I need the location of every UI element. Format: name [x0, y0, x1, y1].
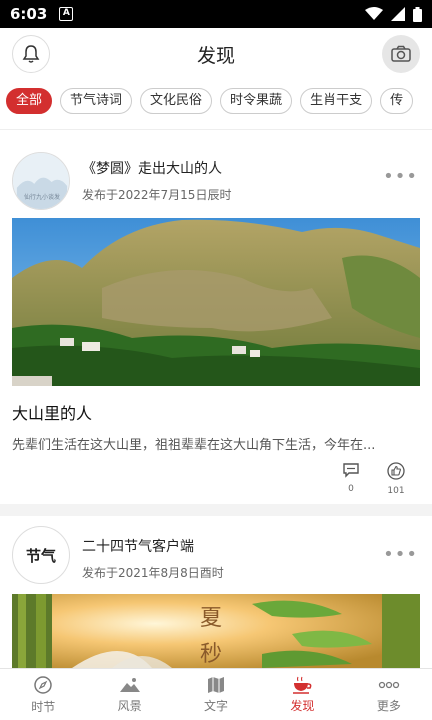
- nav-label: 更多: [376, 698, 401, 713]
- tab-culture-customs[interactable]: 文化民俗: [140, 88, 213, 114]
- camera-icon: [391, 45, 411, 62]
- tab-all[interactable]: 全部: [6, 88, 53, 114]
- a-icon: A: [59, 7, 74, 21]
- post-excerpt[interactable]: 先辈们生活在这大山里，祖祖辈辈在这大山角下生活，今年在...: [12, 434, 420, 453]
- tab-seasonal-produce[interactable]: 时令果蔬: [220, 88, 293, 114]
- top-header: 发现: [0, 28, 432, 80]
- nav-label: 文字: [204, 698, 229, 713]
- status-icons: [365, 6, 422, 22]
- image-text-autumn: 秒: [200, 642, 223, 667]
- more-options-button[interactable]: •••: [383, 544, 418, 565]
- status-time: 6:03: [10, 5, 48, 23]
- thumbs-up-icon: [387, 462, 405, 480]
- post-author-title[interactable]: 二十四节气客户端: [82, 536, 194, 556]
- map-icon: [208, 676, 225, 693]
- post-date: 发布于2022年7月15日辰时: [82, 188, 232, 202]
- tab-more-partial[interactable]: 传: [380, 88, 414, 114]
- signal-icon: [391, 7, 405, 21]
- image-text-summer: 夏: [200, 606, 223, 631]
- post-author-title[interactable]: 《梦圆》走出大山的人: [82, 158, 222, 178]
- post-card[interactable]: 节气 二十四节气客户端 发布于2021年8月8日酉时 ••• 夏 秒: [0, 524, 432, 668]
- nav-text[interactable]: 文字: [173, 669, 259, 720]
- bottom-navigation: 时节 风景 文字 发现 更多: [0, 668, 432, 720]
- teacup-icon: [293, 676, 312, 694]
- more-options-button[interactable]: •••: [383, 166, 418, 187]
- post-card[interactable]: 仙行九小谈发 《梦圆》走出大山的人 发布于2022年7月15日辰时 ••• 大山…: [0, 140, 432, 496]
- nav-season[interactable]: 时节: [0, 669, 86, 720]
- nav-label: 时节: [31, 699, 56, 714]
- avatar-image: [13, 153, 69, 209]
- more-dots-icon: [378, 681, 399, 688]
- tabs-divider: [0, 129, 432, 130]
- post-headline[interactable]: 大山里的人: [12, 400, 92, 424]
- landscape-icon: [119, 677, 140, 692]
- author-avatar[interactable]: 节气: [12, 526, 70, 584]
- compass-icon: [34, 675, 52, 694]
- mountain-photo: [12, 218, 420, 386]
- avatar-text: 仙行九小谈发: [23, 194, 60, 201]
- camera-button[interactable]: [382, 35, 420, 73]
- like-count: 101: [387, 486, 405, 496]
- notification-button[interactable]: [12, 35, 50, 73]
- comment-button[interactable]: 0: [336, 462, 366, 494]
- post-image[interactable]: 夏 秒: [12, 594, 420, 668]
- author-avatar[interactable]: 仙行九小谈发: [12, 152, 70, 210]
- like-button[interactable]: 101: [381, 462, 411, 496]
- comment-count: 0: [348, 484, 354, 494]
- comment-icon: [343, 463, 359, 478]
- avatar-text: 节气: [25, 546, 56, 565]
- category-tabs: 全部 节气诗词 文化民俗 时令果蔬 生肖干支传: [0, 88, 432, 124]
- nav-label: 发现: [290, 698, 315, 713]
- wifi-icon: [365, 7, 383, 20]
- nav-discover[interactable]: 发现: [259, 669, 345, 720]
- nav-more[interactable]: 更多: [346, 669, 432, 720]
- post-date: 发布于2021年8月8日酉时: [82, 566, 224, 580]
- nav-scenery[interactable]: 风景: [86, 669, 172, 720]
- bell-icon: [22, 45, 40, 63]
- post-image[interactable]: [12, 218, 420, 386]
- tab-solar-term-poems[interactable]: 节气诗词: [60, 88, 133, 114]
- page-title: 发现: [196, 44, 235, 67]
- status-bar: 6:03 A: [0, 0, 432, 28]
- tab-zodiac-ganzhi[interactable]: 生肖干支: [300, 88, 373, 114]
- card-separator: [0, 504, 432, 516]
- battery-icon: [413, 6, 422, 22]
- nav-label: 风景: [117, 698, 142, 713]
